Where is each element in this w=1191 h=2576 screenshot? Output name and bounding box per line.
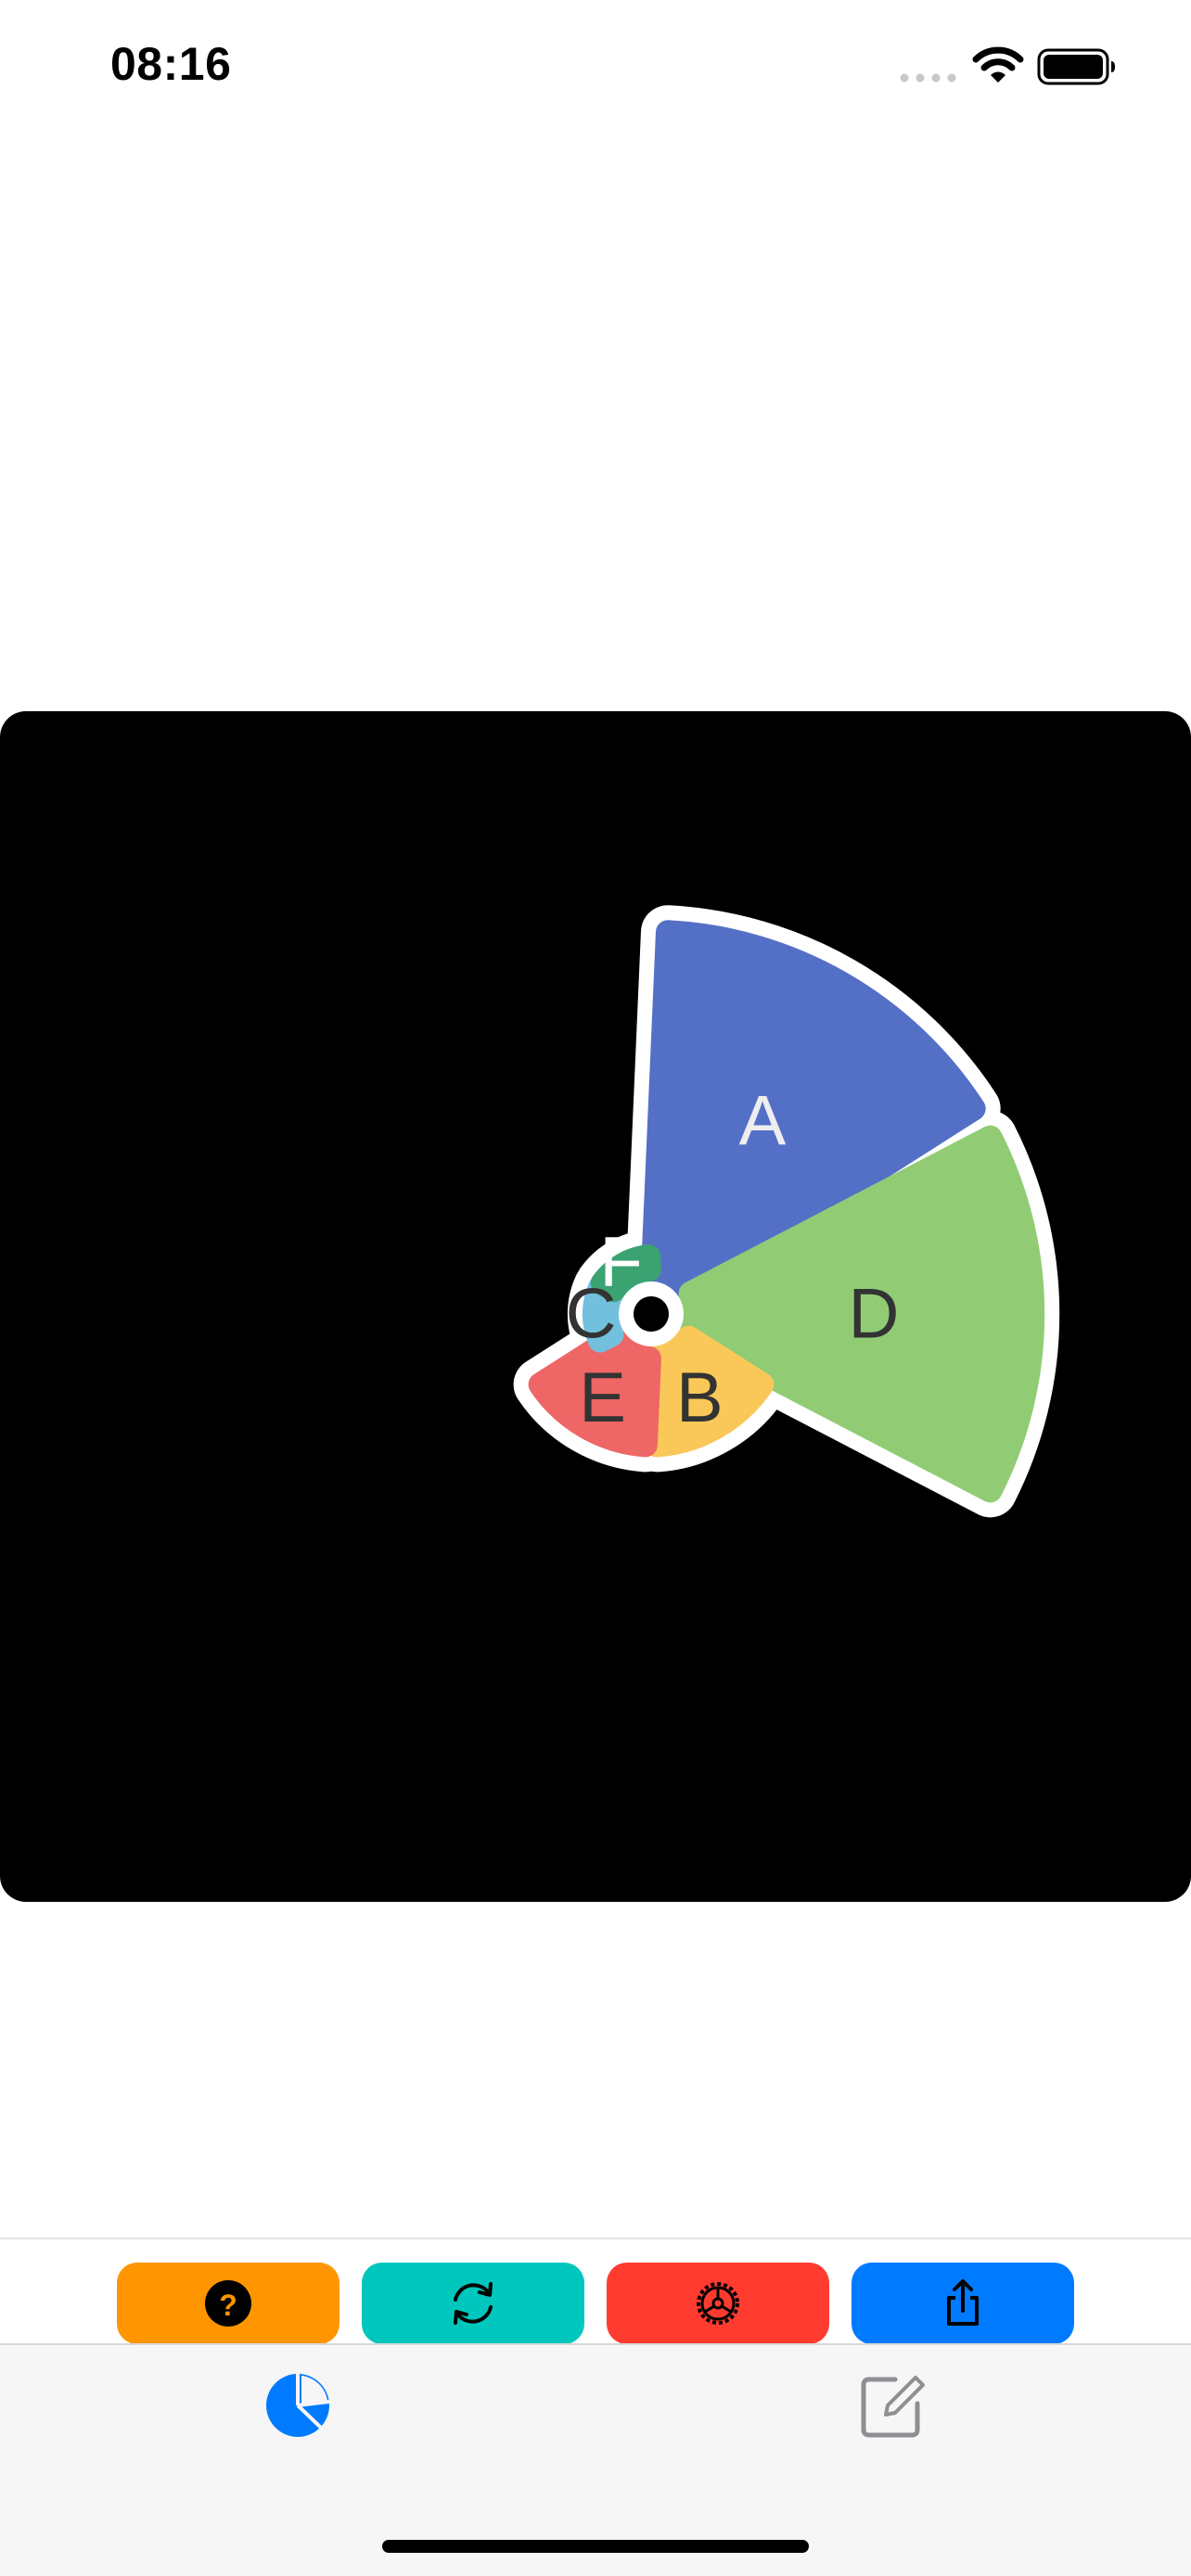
wifi-icon — [972, 46, 1024, 83]
tab-chart[interactable] — [256, 2364, 339, 2447]
chart-canvas[interactable]: ADBECF — [0, 711, 1191, 1902]
slice-label-d: D — [849, 1275, 900, 1354]
signal-dots-icon — [900, 73, 956, 83]
slice-label-b: B — [676, 1358, 724, 1437]
home-indicator — [382, 2540, 809, 2553]
battery-icon — [1037, 48, 1115, 85]
pie-chart-icon — [266, 2374, 330, 2437]
slice-label-f: F — [599, 1222, 642, 1301]
toolbar: ? — [0, 2238, 1191, 2345]
rose-pie-chart[interactable]: ADBECF — [0, 711, 1191, 1902]
app-screen: 08:16 ADBECF ? — [0, 0, 1191, 2576]
status-time: 08:16 — [110, 38, 232, 90]
help-button[interactable]: ? — [117, 2263, 339, 2344]
question-icon: ? — [205, 2280, 251, 2327]
refresh-button[interactable] — [362, 2263, 584, 2344]
slice-label-e: E — [579, 1358, 626, 1437]
tab-edit[interactable] — [852, 2364, 935, 2447]
edit-icon — [861, 2376, 925, 2438]
share-button[interactable] — [852, 2263, 1074, 2344]
slice-label-a: A — [739, 1082, 787, 1161]
refresh-icon — [454, 2282, 493, 2325]
gear-icon — [697, 2282, 739, 2325]
svg-text:?: ? — [219, 2289, 237, 2322]
settings-button[interactable] — [607, 2263, 829, 2344]
share-icon — [947, 2279, 979, 2326]
